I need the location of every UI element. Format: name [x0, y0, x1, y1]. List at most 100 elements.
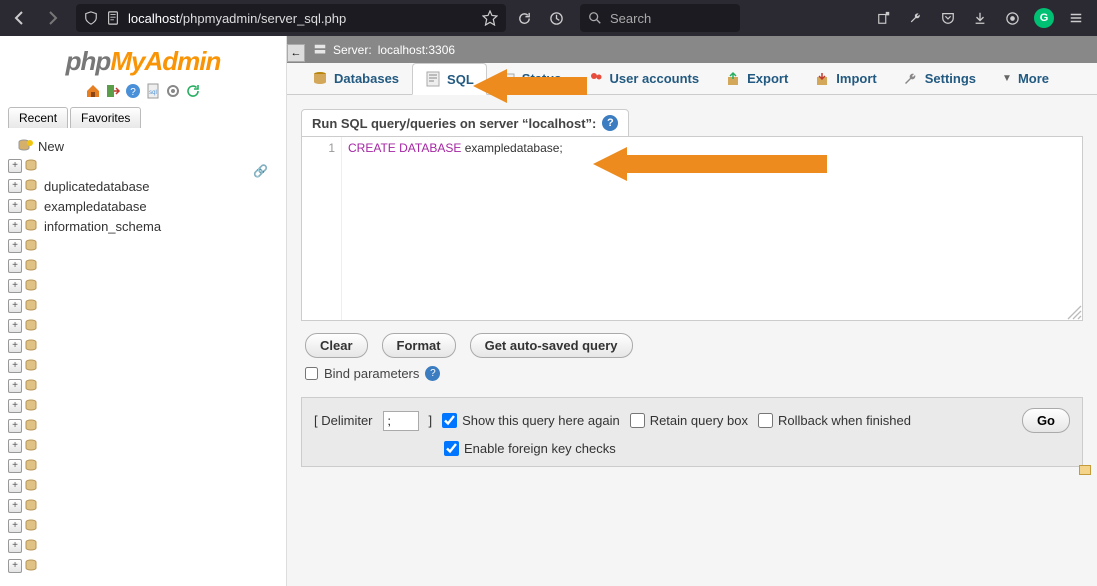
tree-new[interactable]: New	[38, 139, 64, 154]
tree-item[interactable]: +	[4, 296, 282, 316]
pocket-icon[interactable]	[933, 4, 963, 32]
tree-item[interactable]: + information_schema	[4, 216, 282, 236]
tree-item[interactable]: + exampledatabase	[4, 196, 282, 216]
tree-item[interactable]: +	[4, 416, 282, 436]
expand-icon[interactable]: +	[8, 219, 22, 233]
tree-item[interactable]: +	[4, 396, 282, 416]
expand-icon[interactable]: +	[8, 559, 22, 573]
resize-handle[interactable]	[1064, 302, 1082, 320]
star-icon[interactable]	[482, 10, 498, 26]
settings-gear-icon[interactable]	[164, 83, 182, 101]
database-icon	[24, 539, 40, 553]
forward-button[interactable]	[38, 4, 66, 32]
expand-icon[interactable]: +	[8, 499, 22, 513]
tree-item[interactable]: +	[4, 276, 282, 296]
tree-item-label[interactable]: exampledatabase	[44, 199, 147, 214]
download-icon[interactable]	[965, 4, 995, 32]
search-bar[interactable]: Search	[580, 4, 740, 32]
wrench-icon[interactable]	[901, 4, 931, 32]
expand-icon[interactable]: +	[8, 479, 22, 493]
tree-item[interactable]: +	[4, 456, 282, 476]
expand-icon[interactable]: +	[8, 179, 22, 193]
breadcrumb-server-link[interactable]: localhost:3306	[378, 43, 455, 57]
retain-checkbox[interactable]	[630, 413, 645, 428]
tree-item-label[interactable]: information_schema	[44, 219, 161, 234]
database-icon	[24, 379, 40, 393]
expand-icon[interactable]: +	[8, 359, 22, 373]
reload-button[interactable]	[510, 4, 538, 32]
expand-icon[interactable]: +	[8, 159, 22, 173]
help-icon[interactable]: ?	[602, 115, 618, 131]
tree-item[interactable]: +	[4, 476, 282, 496]
tree-item[interactable]: +	[4, 156, 282, 176]
tree-item[interactable]: +	[4, 256, 282, 276]
clear-button[interactable]: Clear	[305, 333, 368, 358]
home-icon[interactable]	[84, 83, 102, 101]
expand-icon[interactable]: +	[8, 279, 22, 293]
tree-item[interactable]: +	[4, 556, 282, 576]
tab-recent[interactable]: Recent	[8, 107, 68, 128]
tab-settings[interactable]: Settings	[890, 63, 989, 94]
grammarly-icon[interactable]: G	[1029, 4, 1059, 32]
go-button[interactable]: Go	[1022, 408, 1070, 433]
expand-icon[interactable]: +	[8, 439, 22, 453]
reload-icon[interactable]	[184, 83, 202, 101]
logout-icon[interactable]	[104, 83, 122, 101]
auto-saved-button[interactable]: Get auto-saved query	[470, 333, 633, 358]
fk-checkbox[interactable]	[444, 441, 459, 456]
tab-import[interactable]: Import	[801, 63, 889, 94]
tree-item[interactable]: +	[4, 376, 282, 396]
help-icon[interactable]: ?	[425, 366, 440, 381]
tree-item[interactable]: +	[4, 316, 282, 336]
show-again-checkbox[interactable]	[442, 413, 457, 428]
tab-favorites[interactable]: Favorites	[70, 107, 141, 128]
tree-item[interactable]: +	[4, 436, 282, 456]
search-icon	[588, 11, 602, 25]
address-bar[interactable]: localhost/phpmyadmin/server_sql.php	[76, 4, 506, 32]
link-icon[interactable]: 🔗	[253, 164, 268, 178]
menu-icon[interactable]	[1061, 4, 1091, 32]
back-button[interactable]	[6, 4, 34, 32]
expand-icon[interactable]: +	[8, 199, 22, 213]
tab-databases[interactable]: Databases	[299, 63, 412, 94]
docs-icon[interactable]: ?	[124, 83, 142, 101]
tree-item[interactable]: +	[4, 336, 282, 356]
tab-accounts[interactable]: User accounts	[575, 63, 713, 94]
tree-item-label[interactable]: duplicatedatabase	[44, 179, 150, 194]
expand-icon[interactable]: +	[8, 419, 22, 433]
tree-item[interactable]: +	[4, 536, 282, 556]
tree-item[interactable]: +	[4, 496, 282, 516]
sql-doc-icon[interactable]: sql	[144, 83, 162, 101]
expand-icon[interactable]: +	[8, 459, 22, 473]
collapse-sidebar-button[interactable]: ←	[287, 44, 305, 62]
expand-icon[interactable]: +	[8, 519, 22, 533]
addon-icon[interactable]	[997, 4, 1027, 32]
tree-item[interactable]: + duplicatedatabase	[4, 176, 282, 196]
expand-icon[interactable]: +	[8, 299, 22, 313]
rollback-checkbox[interactable]	[758, 413, 773, 428]
extension-icon[interactable]	[869, 4, 899, 32]
delimiter-input[interactable]	[383, 411, 419, 431]
tab-export[interactable]: Export	[712, 63, 801, 94]
database-icon	[24, 459, 40, 473]
database-icon	[24, 399, 40, 413]
expand-icon[interactable]: +	[8, 539, 22, 553]
bind-params-checkbox[interactable]	[305, 367, 318, 380]
database-icon	[24, 199, 40, 213]
expand-icon[interactable]: +	[8, 339, 22, 353]
expand-icon[interactable]: +	[8, 379, 22, 393]
tab-more[interactable]: ▼More	[989, 63, 1062, 94]
expand-icon[interactable]: +	[8, 259, 22, 273]
format-button[interactable]: Format	[382, 333, 456, 358]
expand-icon[interactable]: +	[8, 319, 22, 333]
history-button[interactable]	[542, 4, 570, 32]
sidebar: phpMyAdmin ? sql Recent Favorites 🔗 New …	[0, 36, 287, 586]
tree-item[interactable]: +	[4, 516, 282, 536]
svg-text:?: ?	[130, 87, 136, 98]
database-icon	[24, 259, 40, 273]
expand-icon[interactable]: +	[8, 239, 22, 253]
tree-item[interactable]: +	[4, 236, 282, 256]
corner-toggle[interactable]	[1079, 465, 1091, 475]
expand-icon[interactable]: +	[8, 399, 22, 413]
tree-item[interactable]: +	[4, 356, 282, 376]
